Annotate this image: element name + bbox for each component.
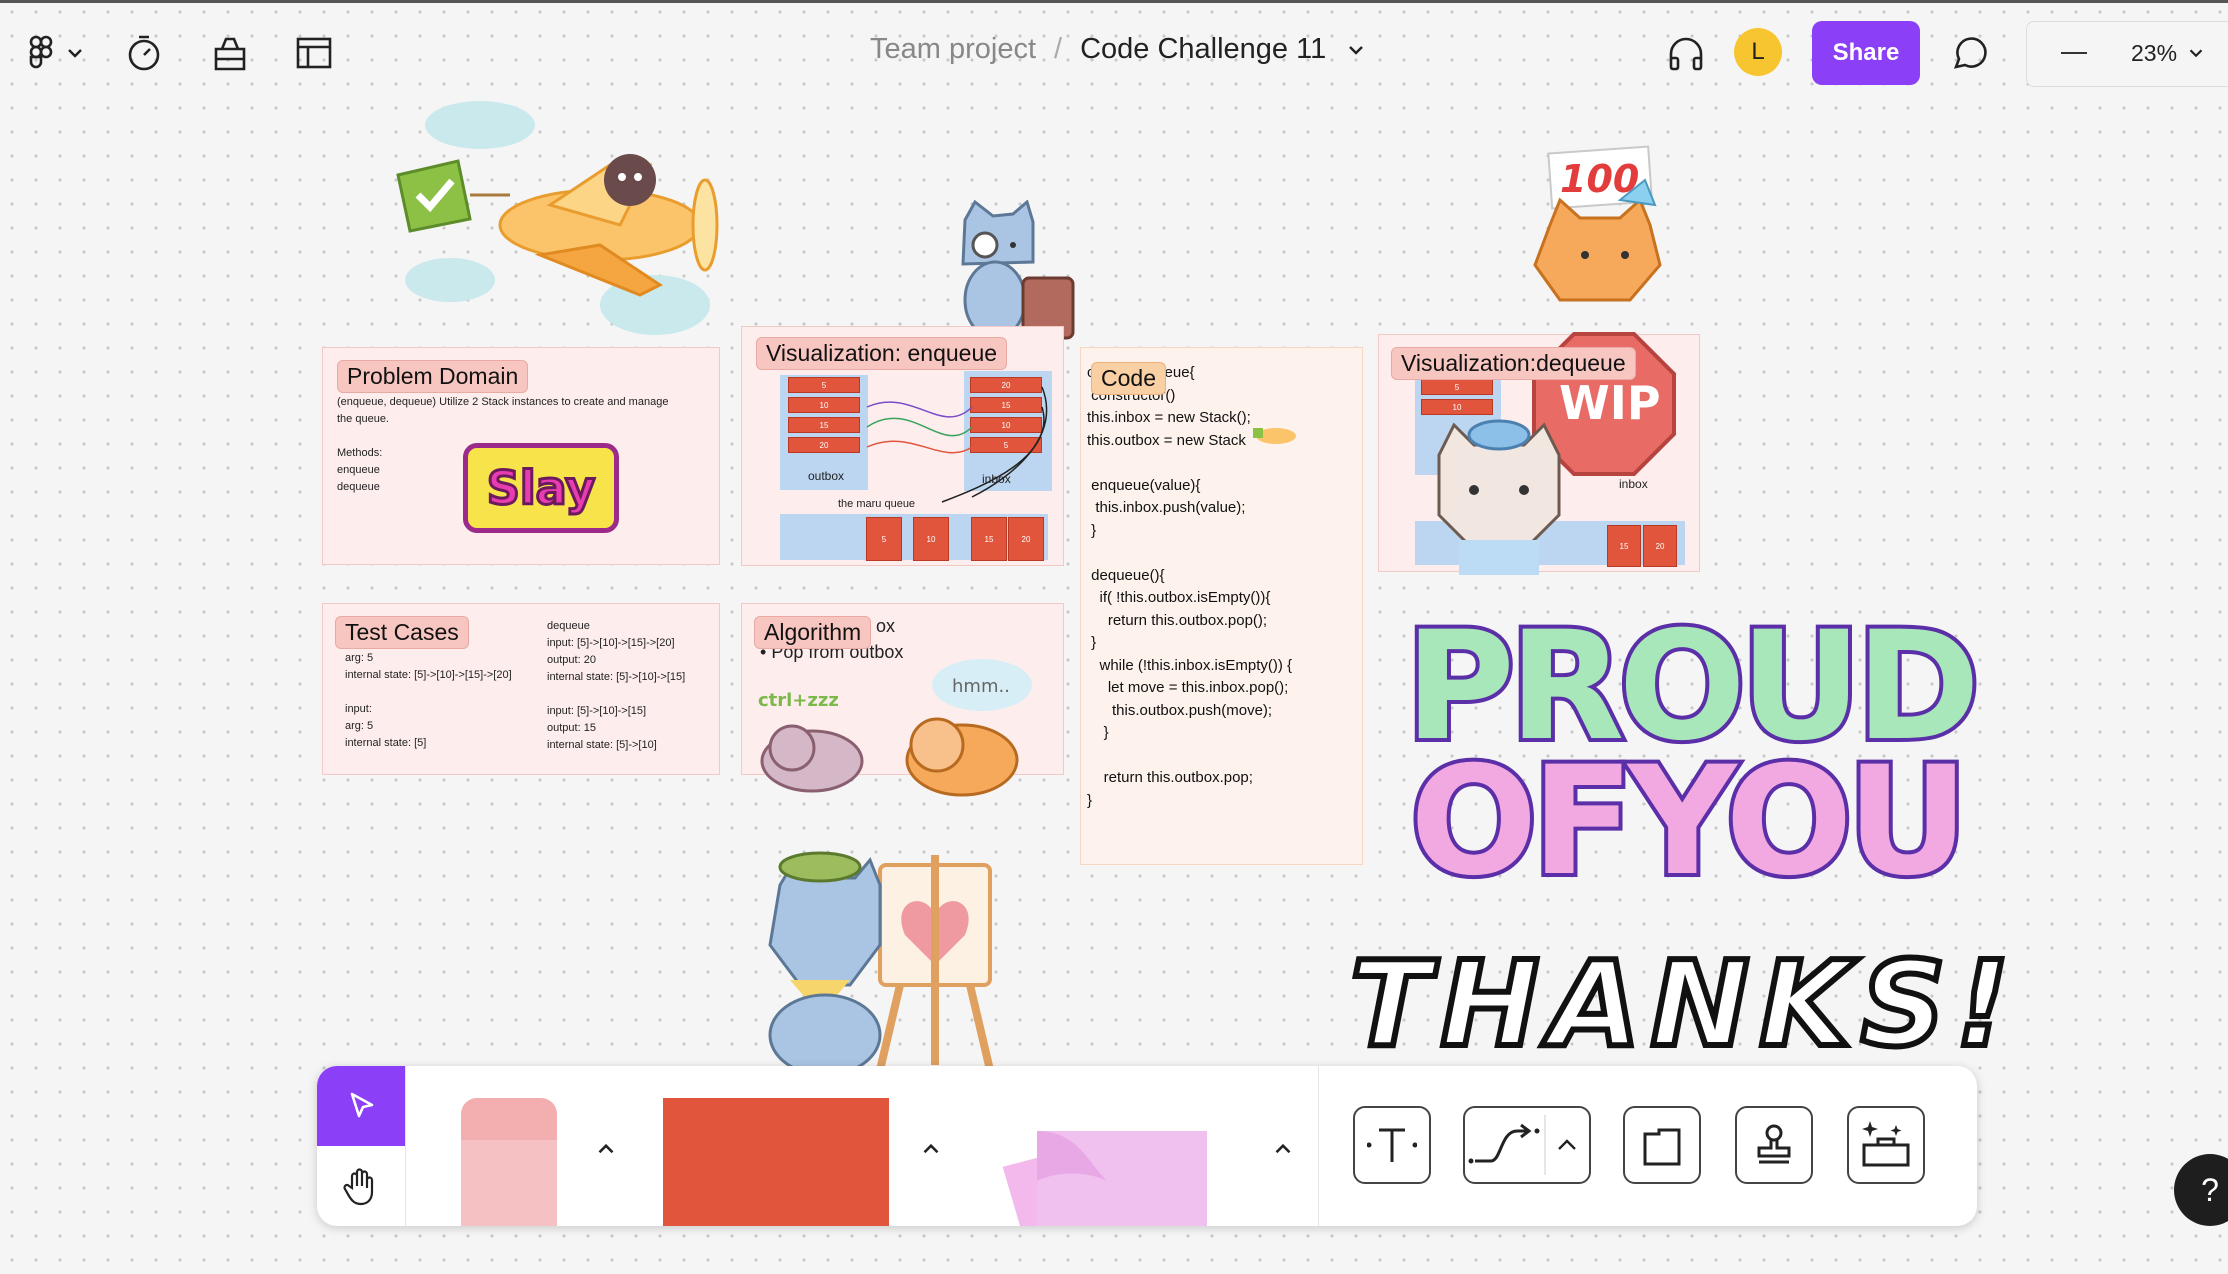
- queue-item: 20: [1008, 517, 1044, 561]
- stack-item: 20: [788, 437, 860, 453]
- inbox-label: inbox: [1619, 477, 1648, 491]
- stamp-icon: [1757, 1124, 1791, 1164]
- connector-icon: [1468, 1115, 1576, 1175]
- frame-visualization-dequeue[interactable]: 5 10 inbox 15 20 WIP Visualization:deque…: [1378, 332, 1700, 575]
- hundred-cat-sticker[interactable]: 100: [1530, 145, 1680, 310]
- text-tool-button[interactable]: [1353, 1106, 1431, 1184]
- queue-item: 10: [913, 517, 949, 561]
- outbox-label: outbox: [808, 469, 845, 483]
- test-cases-left: arg: 5 internal state: [5]->[10]->[15]->…: [345, 652, 512, 749]
- present-icon[interactable]: [208, 31, 252, 75]
- toolbar-divider: [1318, 1066, 1319, 1226]
- sticky-note-tool[interactable]: [461, 1098, 557, 1226]
- thinking-cat-sticker: hmm..: [905, 659, 1032, 797]
- shape-tool[interactable]: [663, 1098, 889, 1226]
- zoom-out-button[interactable]: [2061, 52, 2087, 54]
- chevron-up-icon[interactable]: [918, 1136, 944, 1162]
- sparkle-briefcase-icon: [1862, 1121, 1910, 1167]
- chevron-up-icon[interactable]: [593, 1136, 619, 1162]
- hmm-text: hmm..: [952, 676, 1010, 697]
- comment-icon[interactable]: [1946, 31, 1990, 75]
- ctrl-zzz-text: ctrl+zzz: [758, 690, 839, 711]
- toolbar-divider: [405, 1066, 406, 1226]
- chevron-down-icon[interactable]: [2185, 42, 2207, 64]
- hand-icon: [343, 1168, 374, 1206]
- cursor-icon: [350, 1092, 374, 1118]
- connector-tool-button[interactable]: [1463, 1106, 1591, 1184]
- frame-title-visualization-enqueue[interactable]: Visualization: enqueue: [756, 337, 1008, 370]
- arrows: [866, 386, 1048, 503]
- stack-item: 15: [788, 417, 860, 433]
- audio-headphones-icon[interactable]: [1664, 31, 1708, 75]
- stamp-tool-button[interactable]: [1735, 1106, 1813, 1184]
- figjam-menu-icon[interactable]: [20, 31, 90, 75]
- frame-title-visualization-dequeue[interactable]: Visualization:dequeue: [1391, 347, 1636, 380]
- slay-text: Slay: [485, 460, 597, 517]
- select-tool-button[interactable]: [317, 1066, 405, 1146]
- frame-title-problem-domain[interactable]: Problem Domain: [337, 360, 529, 393]
- thanks-sticker[interactable]: THANKS!: [1347, 932, 2020, 1076]
- queue-item: 15: [1607, 525, 1641, 567]
- frame-visualization-enqueue[interactable]: Visualization: enqueue 5 10 15 20 outbox…: [741, 326, 1064, 566]
- chevron-down-icon[interactable]: [1344, 38, 1368, 62]
- hand-tool-button[interactable]: [317, 1146, 405, 1226]
- detective-cat-sticker[interactable]: [945, 200, 1080, 345]
- layout-icon[interactable]: [292, 31, 336, 75]
- stack-item: 10: [788, 397, 860, 413]
- sleeping-cat-sticker: ctrl+zzz: [758, 690, 864, 793]
- timer-icon[interactable]: [122, 31, 166, 75]
- ai-actions-button[interactable]: [1847, 1106, 1925, 1184]
- avatar[interactable]: L: [1734, 28, 1782, 76]
- police-cat-sticker: [1437, 419, 1561, 575]
- queue-item: 5: [866, 517, 902, 561]
- zoom-control: 23%: [2026, 21, 2228, 87]
- of-you-text: OFYOU: [1406, 731, 1973, 913]
- section-tool-button[interactable]: [1623, 1106, 1701, 1184]
- team-name[interactable]: Team project: [870, 33, 1036, 66]
- frame-test-cases[interactable]: arg: 5 internal state: [5]->[10]->[15]->…: [322, 603, 720, 775]
- breadcrumb-separator: /: [1054, 33, 1063, 65]
- stack-item: 5: [1421, 379, 1493, 395]
- frame-title-test-cases[interactable]: Test Cases: [335, 616, 469, 649]
- slay-sticker[interactable]: Slay: [463, 443, 619, 533]
- test-cases-right: dequeue input: [5]->[10]->[15]->[20] out…: [547, 620, 686, 751]
- algorithm-line-1: ox: [876, 616, 896, 636]
- airplane-sticker[interactable]: [390, 95, 730, 340]
- queue-item: 15: [971, 517, 1007, 561]
- creation-toolbar: [317, 1066, 1977, 1226]
- zoom-level[interactable]: 23%: [2131, 40, 2177, 67]
- file-name[interactable]: Code Challenge 11: [1080, 33, 1326, 66]
- frame-algorithm[interactable]: ox • Pop from outbox Algorithm ctrl+zzz …: [741, 603, 1064, 797]
- frame-code[interactable]: c oQueue{ constructor() this.inbox = new…: [1080, 347, 1363, 865]
- breadcrumb: Team project / Code Challenge 11: [870, 33, 1368, 66]
- mini-airplane-icon: [1253, 428, 1296, 444]
- painter-cat-sticker[interactable]: [730, 845, 1030, 1070]
- frame-title-code[interactable]: Code: [1091, 362, 1166, 395]
- text-icon: [1367, 1128, 1417, 1162]
- stack-item: 5: [788, 377, 860, 393]
- share-button[interactable]: Share: [1812, 21, 1920, 85]
- queue-item: 20: [1643, 525, 1677, 567]
- frame-title-algorithm[interactable]: Algorithm: [754, 616, 872, 649]
- top-bar: Team project / Code Challenge 11 L Share…: [0, 0, 2228, 100]
- help-button[interactable]: ?: [2174, 1154, 2228, 1226]
- frame-problem-domain[interactable]: Create a new class called ent our standa…: [322, 347, 720, 565]
- queue-label: the maru queue: [838, 498, 916, 510]
- stack-item: 10: [1421, 399, 1493, 415]
- section-icon: [1643, 1128, 1681, 1166]
- sticker-pack-tool[interactable]: [967, 1096, 1227, 1226]
- chevron-up-icon[interactable]: [1270, 1136, 1296, 1162]
